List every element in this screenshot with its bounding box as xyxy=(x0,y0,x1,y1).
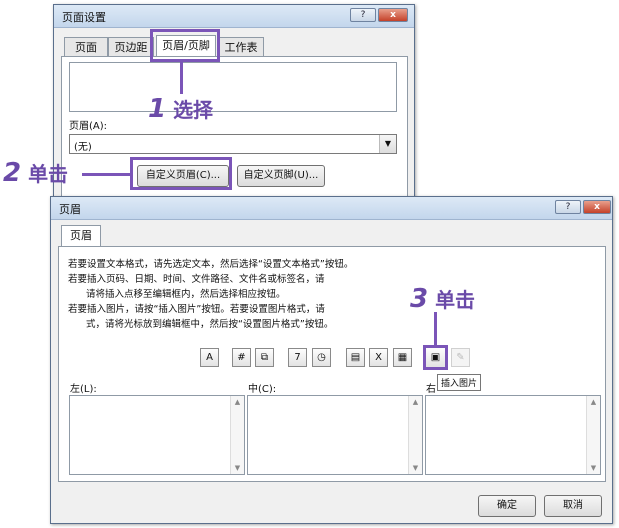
tab-margins[interactable]: 页边距 xyxy=(108,37,154,57)
step1-number: 1 xyxy=(148,94,167,124)
left-section-editor[interactable]: ▲ ▼ xyxy=(69,395,245,475)
header-dialog-title: 页眉 xyxy=(59,203,81,216)
sheet-name-icon[interactable]: ▦ xyxy=(393,348,412,367)
date-icon[interactable]: 7 xyxy=(288,348,307,367)
format-picture-icon[interactable]: ✎ xyxy=(451,348,470,367)
close-button[interactable]: x xyxy=(378,8,408,22)
step2-leader xyxy=(82,173,130,176)
file-name-icon[interactable]: X xyxy=(369,348,388,367)
header-select[interactable]: (无) ▼ xyxy=(69,134,397,154)
instruction-line-5: 式，请将光标放到编辑框中，然后按“设置图片格式”按钮。 xyxy=(86,319,334,330)
time-icon[interactable]: ◷ xyxy=(312,348,331,367)
right-section-label: 右 xyxy=(426,384,436,395)
chevron-down-icon: ▼ xyxy=(379,135,396,153)
step1-callout: 1 选择 xyxy=(148,94,213,124)
page-setup-title: 页面设置 xyxy=(62,11,106,24)
custom-footer-button[interactable]: 自定义页脚(U)... xyxy=(237,165,325,187)
tab-highlight xyxy=(150,29,220,62)
help-button[interactable]: ? xyxy=(350,8,376,22)
left-scrollbar[interactable]: ▲ ▼ xyxy=(230,396,244,474)
ok-button[interactable]: 确定 xyxy=(478,495,536,517)
step3-callout: 3 单击 xyxy=(410,284,475,314)
number-of-pages-icon[interactable]: ⧉ xyxy=(255,348,274,367)
header-close-button[interactable]: x xyxy=(583,200,611,214)
tab-sheet[interactable]: 工作表 xyxy=(218,37,264,57)
step2-text: 单击 xyxy=(28,162,69,186)
tab-header[interactable]: 页眉 xyxy=(61,225,101,247)
insert-picture-icon[interactable]: ▣ xyxy=(423,345,448,370)
step3-leader xyxy=(434,312,437,345)
insert-picture-tooltip: 插入图片 xyxy=(437,374,482,391)
file-path-icon[interactable]: ▤ xyxy=(346,348,365,367)
right-section-editor[interactable]: ▲ ▼ xyxy=(425,395,601,475)
header-select-value: (无) xyxy=(74,142,92,153)
header-help-button[interactable]: ? xyxy=(555,200,581,214)
step2-callout: 2 单击 xyxy=(3,158,68,188)
step3-text: 单击 xyxy=(435,288,476,312)
center-section-label: 中(C): xyxy=(248,384,277,395)
instruction-line-3: 请将插入点移至编辑框内，然后选择相应按钮。 xyxy=(86,289,286,300)
header-dialog-titlebar: 页眉 ? x xyxy=(51,197,612,220)
center-section-editor[interactable]: ▲ ▼ xyxy=(247,395,423,475)
page-number-icon[interactable]: # xyxy=(232,348,251,367)
step1-leader xyxy=(180,62,183,94)
right-scrollbar[interactable]: ▲ ▼ xyxy=(586,396,600,474)
center-scrollbar[interactable]: ▲ ▼ xyxy=(408,396,422,474)
instruction-line-2: 若要插入页码、日期、时间、文件路径、文件名或标签名，请 xyxy=(68,274,325,285)
instruction-line-4: 若要插入图片，请按“插入图片”按钮。若要设置图片格式，请 xyxy=(68,304,325,315)
custom-header-highlight xyxy=(130,157,232,190)
page-setup-titlebar: 页面设置 ? x xyxy=(54,5,414,28)
header-label: 页眉(A): xyxy=(69,121,108,132)
step2-number: 2 xyxy=(3,158,22,188)
header-preview xyxy=(69,62,397,112)
instruction-line-1: 若要设置文本格式，请先选定文本，然后选择“设置文本格式”按钮。 xyxy=(68,259,354,270)
format-text-icon[interactable]: A xyxy=(200,348,219,367)
left-section-label: 左(L): xyxy=(70,384,97,395)
cancel-button[interactable]: 取消 xyxy=(544,495,602,517)
tab-page[interactable]: 页面 xyxy=(64,37,108,57)
step1-text: 选择 xyxy=(173,98,214,122)
step3-number: 3 xyxy=(410,284,429,314)
